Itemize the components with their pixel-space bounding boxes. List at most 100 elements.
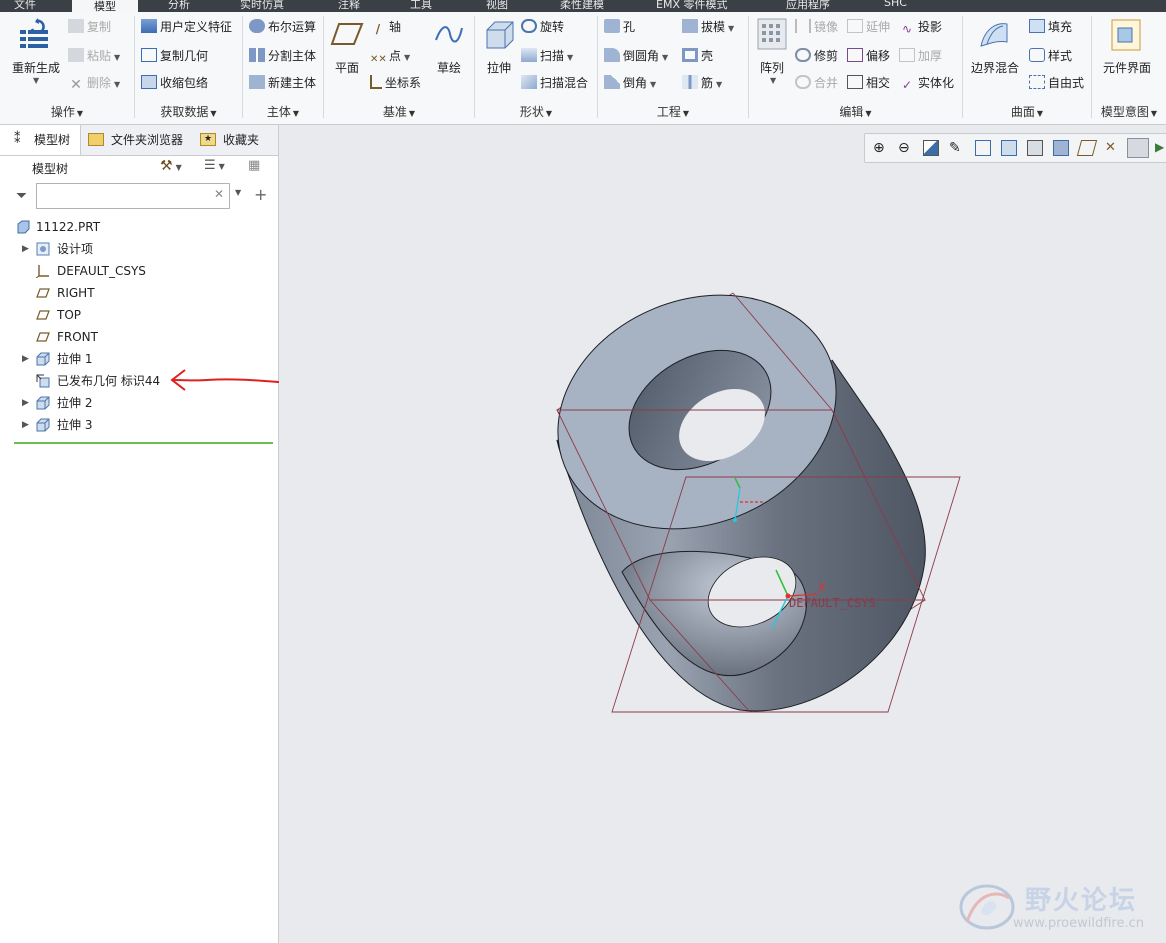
tab-file[interactable]: 文件 [14, 0, 36, 12]
tab-emx[interactable]: EMX 零件模式 [656, 0, 727, 12]
tree-item-right-plane[interactable]: RIGHT [0, 282, 278, 304]
solidify-button[interactable]: ✓ 实体化 [899, 74, 954, 92]
tab-view[interactable]: 视图 [486, 0, 508, 12]
trim-button[interactable]: 修剪 [795, 47, 838, 64]
tab-analysis[interactable]: 分析 [168, 0, 190, 12]
split-body-button[interactable]: 分割主体 [249, 47, 316, 64]
boundary-blend-button[interactable]: 边界混合 [967, 59, 1023, 76]
tree-item-part[interactable]: 11122.PRT [0, 216, 278, 238]
tab-folder-browser[interactable]: 文件夹浏览器 [86, 125, 192, 155]
expand-icon[interactable]: ▶ [22, 392, 29, 414]
group-operations-label[interactable]: 操作 ▼ [0, 103, 134, 120]
extend-button[interactable]: 延伸 [847, 18, 890, 35]
zoom-out-icon[interactable]: ⊖ [898, 140, 914, 156]
regenerate-button[interactable]: 重新生成 [8, 59, 64, 76]
expand-icon[interactable]: ▶ [22, 414, 29, 436]
group-body-label[interactable]: 主体 ▼ [243, 103, 323, 120]
group-get-data-label[interactable]: 获取数据 ▼ [135, 103, 242, 120]
draft-button[interactable]: 拔模 ▼ [682, 18, 734, 35]
tree-search-field[interactable] [39, 185, 213, 209]
group-shapes-label[interactable]: 形状 ▼ [475, 103, 597, 120]
component-interface-button[interactable]: 元件界面 [1094, 59, 1160, 76]
offset-button[interactable]: 偏移 [847, 47, 890, 64]
display-style-icon[interactable] [1027, 140, 1043, 156]
pattern-button[interactable]: 阵列 [755, 59, 789, 76]
paste-button[interactable]: 粘贴 ▼ [68, 47, 120, 64]
copy-button[interactable]: 复制 [68, 18, 111, 35]
expand-icon[interactable]: ▶ [22, 238, 29, 260]
search-dropdown-icon[interactable]: ▼ [235, 188, 241, 197]
tree-item-front-plane[interactable]: FRONT [0, 326, 278, 348]
tab-flexible-modeling[interactable]: 柔性建模 [560, 0, 604, 12]
plane-button[interactable]: 平面 [330, 59, 364, 76]
revolve-button[interactable]: 旋转 [521, 18, 564, 35]
tree-item-extrude-2[interactable]: ▶ 拉伸 2 [0, 392, 278, 414]
group-engineering-label[interactable]: 工程 ▼ [598, 103, 748, 120]
tab-model-tree[interactable]: ⁑ 模型树 [0, 125, 81, 155]
fill-button[interactable]: 填充 [1029, 18, 1072, 35]
more-icon[interactable]: ▶ [1155, 140, 1165, 156]
delete-button[interactable]: ✕ 删除 ▼ [68, 74, 120, 92]
swept-blend-button[interactable]: 扫描混合 [521, 74, 588, 91]
extrude-button[interactable]: 拉伸 [483, 59, 515, 76]
section-icon[interactable] [1053, 140, 1069, 156]
tab-applications[interactable]: 应用程序 [786, 0, 830, 12]
regenerate-dropdown-icon[interactable]: ▼ [33, 76, 39, 85]
boolean-button[interactable]: 布尔运算 [249, 18, 316, 35]
thicken-button[interactable]: 加厚 [899, 47, 942, 64]
group-datum-label[interactable]: 基准 ▼ [324, 103, 474, 120]
clear-search-icon[interactable]: ✕ [214, 187, 224, 201]
intersect-button[interactable]: 相交 [847, 74, 890, 91]
udf-button[interactable]: 用户定义特征 [141, 18, 232, 35]
tree-item-extrude-3[interactable]: ▶ 拉伸 3 [0, 414, 278, 436]
copy-geometry-button[interactable]: 复制几何 [141, 47, 208, 64]
saved-views-icon[interactable] [1001, 140, 1017, 156]
annotation-display-icon[interactable]: ✕ [1105, 140, 1121, 156]
tab-tools[interactable]: 工具 [410, 0, 432, 12]
shell-button[interactable]: 壳 [682, 47, 713, 64]
show-icon[interactable]: ☰ ▼ [204, 158, 225, 173]
tab-annotate[interactable]: 注释 [338, 0, 360, 12]
tab-live-simulation[interactable]: 实时仿真 [240, 0, 284, 12]
datum-display-icon[interactable] [1076, 140, 1098, 156]
axis-button[interactable]: / 轴 [370, 18, 401, 36]
filter-icon[interactable]: ⏷ [16, 188, 27, 204]
shrinkwrap-button[interactable]: 收缩包络 [141, 74, 208, 91]
group-surfaces-label[interactable]: 曲面 ▼ [963, 103, 1091, 120]
hole-button[interactable]: 孔 [604, 18, 635, 35]
tree-item-default-csys[interactable]: DEFAULT_CSYS [0, 260, 278, 282]
tab-favorites[interactable]: ★ 收藏夹 [198, 125, 276, 155]
part-model-view[interactable]: X DEFAULT_CSYS [279, 125, 1166, 943]
tree-settings-icon[interactable]: ⚒ ▼ [160, 158, 182, 174]
merge-button[interactable]: 合并 [795, 74, 838, 91]
insert-here-indicator[interactable] [14, 442, 273, 444]
tab-model[interactable]: 模型 [72, 0, 138, 12]
tree-item-top-plane[interactable]: TOP [0, 304, 278, 326]
rib-button[interactable]: 筋 ▼ [682, 74, 722, 91]
sketch-button[interactable]: 草绘 [434, 59, 464, 76]
mirror-button[interactable]: 镜像 [795, 18, 838, 35]
repaint-icon[interactable]: ✎ [949, 140, 965, 156]
pattern-dropdown-icon[interactable]: ▼ [770, 76, 776, 85]
spin-center-icon[interactable] [1127, 138, 1149, 158]
tree-item-design-items[interactable]: ▶ 设计项 [0, 238, 278, 260]
tab-shc[interactable]: SHC [884, 0, 907, 12]
orient-icon[interactable] [975, 140, 991, 156]
csys-button[interactable]: 坐标系 [370, 74, 421, 91]
refit-icon[interactable] [923, 140, 939, 156]
columns-icon[interactable]: ▦ [248, 158, 260, 173]
project-button[interactable]: ∿ 投影 [899, 18, 942, 36]
bottom-cut[interactable] [621, 544, 807, 677]
tree-search-input[interactable]: ✕ [36, 183, 230, 209]
style-button[interactable]: 样式 [1029, 47, 1072, 64]
new-body-button[interactable]: 新建主体 [249, 74, 316, 91]
group-model-intent-label[interactable]: 模型意图 ▼ [1092, 103, 1166, 120]
zoom-in-icon[interactable]: ⊕ [873, 140, 889, 156]
chamfer-button[interactable]: 倒角 ▼ [604, 74, 656, 91]
group-editing-label[interactable]: 编辑 ▼ [749, 103, 962, 120]
round-button[interactable]: 倒圆角 ▼ [604, 47, 668, 64]
expand-icon[interactable]: ▶ [22, 348, 29, 370]
sweep-button[interactable]: 扫描 ▼ [521, 47, 573, 64]
add-filter-icon[interactable]: + [254, 185, 267, 204]
freestyle-button[interactable]: 自由式 [1029, 74, 1084, 91]
